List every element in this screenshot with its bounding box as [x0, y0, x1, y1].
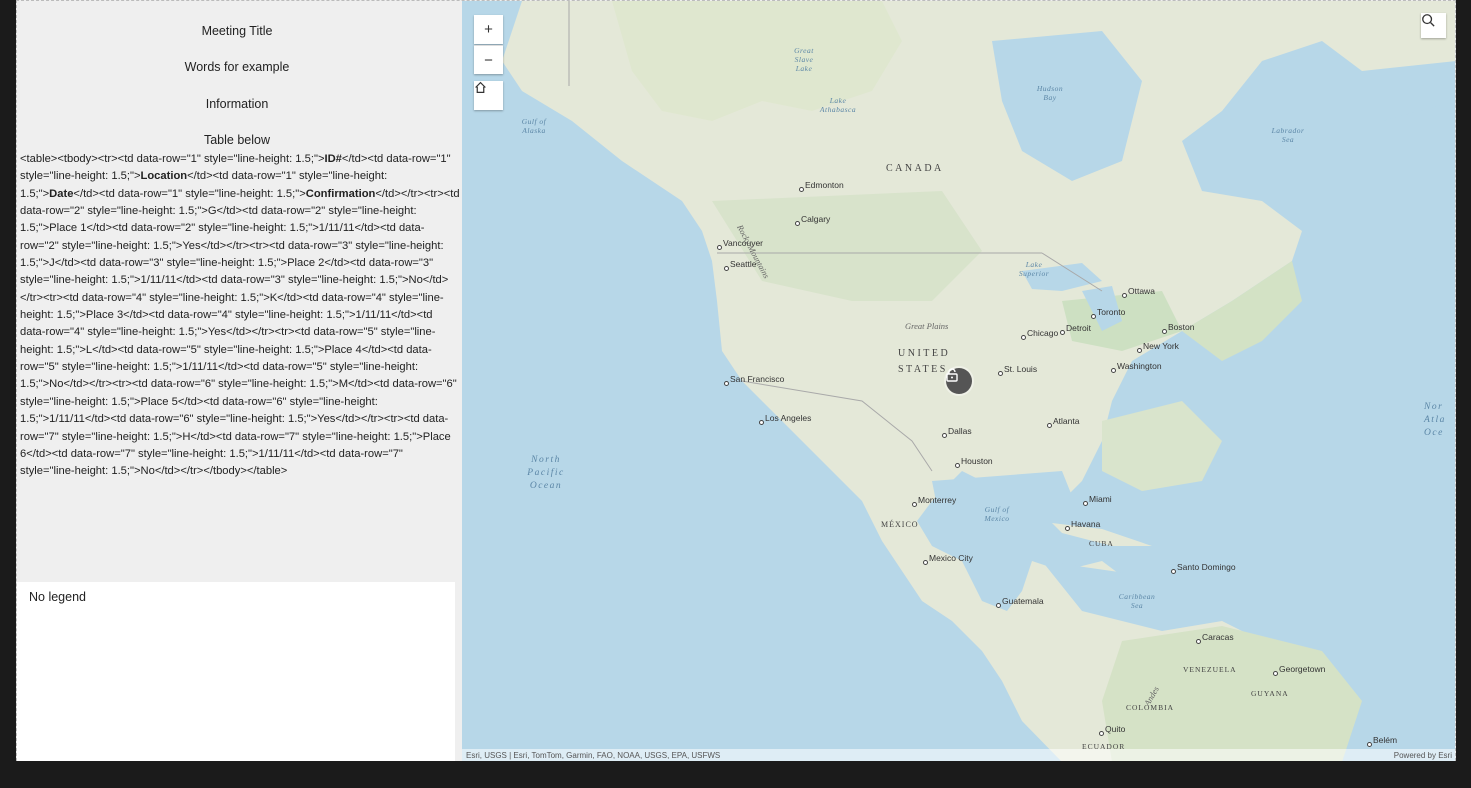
city-label: Washington: [1111, 361, 1162, 373]
city-label: Guatemala: [996, 596, 1044, 608]
map-attribution: Esri, USGS | Esri, TomTom, Garmin, FAO, …: [462, 749, 1455, 761]
country-label: STATES: [898, 364, 948, 375]
table-header-text: Date: [49, 187, 74, 200]
city-label: Ottawa: [1122, 286, 1155, 298]
city-label: Boston: [1161, 322, 1195, 334]
table-header-text: ID#: [324, 153, 342, 165]
lock-icon: [946, 368, 958, 382]
city-label: Quito: [1098, 724, 1126, 736]
city-label: Santo Domingo: [1171, 562, 1236, 574]
table-header-text: Confirmation: [305, 187, 376, 200]
city-label: Los Angeles: [758, 413, 812, 425]
country-label: UNITED: [898, 348, 951, 359]
search-button[interactable]: [1421, 13, 1446, 38]
city-label: Toronto: [1090, 307, 1126, 319]
city-label: New York: [1137, 341, 1179, 353]
city-label: Georgetown: [1272, 664, 1326, 676]
raw-markup-text: <table><tbody><tr><td data-row="1" style…: [20, 153, 325, 165]
locked-layer-marker[interactable]: [946, 368, 972, 394]
attribution-text[interactable]: Esri, USGS | Esri, TomTom, Garmin, FAO, …: [466, 749, 720, 761]
water-label: Great Slave Lake: [794, 46, 814, 73]
meeting-title: Meeting Title: [201, 24, 273, 38]
city-label: Dallas: [942, 426, 972, 438]
country-label: VENEZUELA: [1183, 665, 1237, 674]
legend-empty-text: No legend: [29, 590, 86, 604]
table-label: Table below: [203, 133, 270, 147]
city-label: Havana: [1064, 519, 1101, 531]
legend-panel: No legend: [17, 582, 455, 761]
side-panel: Meeting Title Words for example Informat…: [17, 1, 461, 761]
city-label: Miami: [1083, 494, 1112, 506]
water-label: Labrador Sea: [1271, 126, 1305, 144]
powered-by-link[interactable]: Powered by Esri: [1394, 749, 1452, 761]
raw-html-table-text: <table><tbody><tr><td data-row="1" style…: [20, 151, 460, 481]
city-label: Monterrey: [911, 495, 957, 507]
zoom-out-button[interactable]: −: [474, 45, 503, 74]
search-icon: [1422, 14, 1435, 27]
zoom-in-button[interactable]: +: [474, 15, 503, 44]
water-label: Caribbean Sea: [1118, 592, 1156, 610]
city-label: Calgary: [794, 214, 831, 226]
home-button[interactable]: [474, 81, 503, 110]
city-label: St. Louis: [997, 364, 1038, 376]
country-label: CANADA: [886, 163, 944, 174]
table-header-text: Location: [140, 170, 188, 183]
information-text: Information: [205, 97, 269, 111]
city-label: Detroit: [1059, 323, 1092, 335]
city-label: Belém: [1366, 735, 1398, 747]
city-label: Houston: [955, 456, 993, 468]
city-label: Mexico City: [923, 553, 973, 565]
region-label: Great Plains: [905, 321, 949, 331]
country-label: MÉXICO: [881, 520, 919, 529]
country-label: CUBA: [1089, 539, 1114, 548]
ocean-label: Nor Atla Oce: [1424, 402, 1446, 438]
water-label: Lake Superior: [1018, 260, 1050, 278]
bottom-bar: [0, 761, 1471, 788]
app-frame: Meeting Title Words for example Informat…: [16, 0, 1456, 761]
city-label: Atlanta: [1046, 416, 1080, 428]
ocean-label: North Pacific Ocean: [527, 455, 565, 491]
raw-markup-text: </td><td data-row="1" style="line-height…: [73, 187, 306, 200]
city-label: Caracas: [1196, 632, 1234, 644]
city-label: Edmonton: [799, 180, 844, 192]
country-label: GUYANA: [1251, 689, 1289, 698]
city-label: Chicago: [1020, 328, 1059, 340]
water-label: Lake Athabasca: [819, 96, 857, 114]
words-text: Words for example: [184, 60, 290, 74]
water-label: Gulf of Alaska: [521, 117, 547, 135]
map-view[interactable]: + − CANADA UNITED STATES MÉXICO CUBA VEN…: [462, 1, 1455, 761]
city-label: San Francisco: [723, 374, 785, 386]
home-icon: [475, 81, 486, 93]
raw-markup-text: </td></tr><tr><td data-row="2" style="li…: [20, 187, 460, 478]
water-label: Gulf of Mexico: [984, 505, 1010, 523]
water-label: Hudson Bay: [1036, 84, 1064, 102]
